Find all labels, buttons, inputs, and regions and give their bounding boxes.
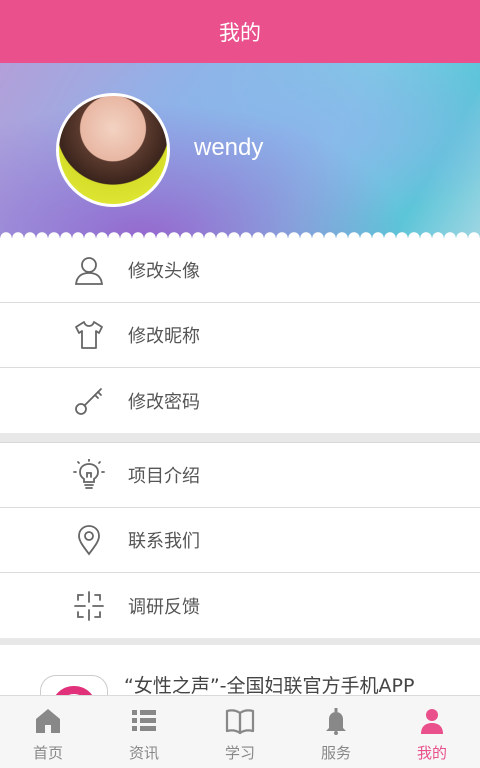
promo-text: “女性之声”-全国妇联官方手机APP: [124, 675, 415, 697]
menu-item-change-password[interactable]: 修改密码: [0, 368, 480, 433]
profile-banner: wendy: [0, 63, 480, 238]
tab-label: 服务: [320, 744, 351, 762]
location-pin-icon: [73, 524, 105, 556]
account-menu: 修改头像 修改昵称 修改密码 项目介绍 联系我们 调研反馈: [0, 238, 480, 648]
username: wendy: [194, 134, 264, 161]
menu-item-project-intro[interactable]: 项目介绍: [0, 443, 480, 508]
shirt-icon: [73, 319, 105, 351]
menu-item-survey-feedback[interactable]: 调研反馈: [0, 573, 480, 638]
lightbulb-icon: [73, 459, 105, 491]
list-icon: [129, 706, 159, 736]
page-title: 我的: [219, 20, 261, 45]
tab-label: 首页: [32, 744, 63, 762]
tab-service[interactable]: 服务: [288, 696, 384, 768]
person-icon: [417, 706, 447, 736]
menu-item-label: 联系我们: [128, 531, 200, 552]
book-icon: [225, 706, 255, 736]
bottom-tab-bar: 首页 资讯 学习 服务 我的: [0, 695, 480, 768]
tab-mine[interactable]: 我的: [384, 696, 480, 768]
menu-item-label: 调研反馈: [128, 596, 200, 618]
app-header: 我的: [0, 0, 480, 63]
home-icon: [33, 706, 63, 736]
menu-item-label: 修改密码: [128, 391, 200, 413]
tab-label: 学习: [224, 744, 255, 762]
tab-label: 我的: [416, 744, 447, 762]
menu-item-label: 修改头像: [128, 261, 200, 282]
tab-label: 资讯: [128, 744, 159, 762]
menu-item-contact-us[interactable]: 联系我们: [0, 508, 480, 573]
menu-item-label: 项目介绍: [128, 466, 200, 487]
menu-item-label: 修改昵称: [128, 326, 200, 347]
key-icon: [73, 385, 105, 417]
avatar[interactable]: [56, 93, 170, 207]
bell-icon: [321, 706, 351, 736]
tab-news[interactable]: 资讯: [96, 696, 192, 768]
group-divider: [0, 433, 480, 443]
tab-study[interactable]: 学习: [192, 696, 288, 768]
menu-item-change-avatar[interactable]: 修改头像: [0, 238, 480, 303]
tab-home[interactable]: 首页: [0, 696, 96, 768]
crosshair-icon: [73, 590, 105, 622]
user-icon: [73, 254, 105, 286]
menu-item-change-nickname[interactable]: 修改昵称: [0, 303, 480, 368]
